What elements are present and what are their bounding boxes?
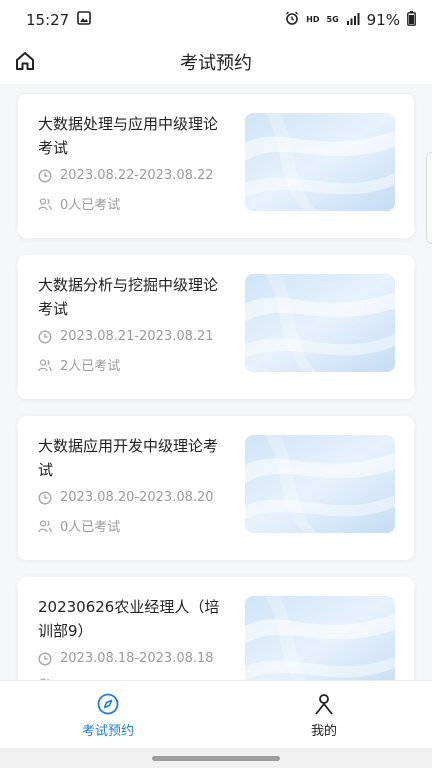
app-header: 考试预约 [0, 40, 432, 84]
exam-date: 2023.08.21-2023.08.21 [60, 329, 214, 344]
gesture-area [0, 748, 432, 768]
exam-thumbnail [245, 435, 395, 533]
nav-tab-mine[interactable]: 我的 [216, 681, 432, 749]
exam-date-row: 2023.08.22-2023.08.22 [38, 168, 214, 183]
clock-icon [38, 168, 52, 183]
home-icon [16, 52, 34, 70]
people-icon [38, 519, 52, 532]
hd-indicator: HD [306, 15, 320, 24]
status-right: HD 5G 91% [285, 10, 416, 30]
image-icon [77, 11, 92, 29]
exam-count-row: 0人已考试 [38, 516, 120, 535]
scroll-handle[interactable] [426, 152, 432, 244]
nav-tab-exam-label: 考试预约 [81, 723, 134, 739]
alarm-icon [285, 11, 299, 29]
exam-date-row: 2023.08.21-2023.08.21 [38, 329, 214, 344]
exam-title: 大数据应用开发中级理论考试 [38, 437, 219, 479]
exam-list: 大数据处理与应用中级理论考试 2023.08.22-2023.08.22 0人已… [18, 94, 414, 738]
exam-date: 2023.08.18-2023.08.18 [60, 651, 214, 666]
page-title: 考试预约 [180, 53, 252, 74]
home-button[interactable] [12, 48, 38, 74]
people-icon [38, 358, 52, 371]
exam-card[interactable]: 大数据处理与应用中级理论考试 2023.08.22-2023.08.22 0人已… [18, 94, 414, 238]
exam-count: 0人已考试 [60, 198, 121, 213]
clock-icon [38, 651, 52, 666]
exam-count-row: 0人已考试 [38, 194, 120, 213]
exam-title: 20230626农业经理人（培训部9） [38, 598, 220, 640]
compass-icon [97, 693, 119, 714]
exam-title: 大数据处理与应用中级理论考试 [38, 115, 219, 157]
exam-count-row: 2人已考试 [38, 355, 120, 374]
clock-icon [38, 490, 52, 505]
exam-thumbnail [245, 113, 395, 211]
exam-date-row: 2023.08.18-2023.08.18 [38, 651, 214, 666]
bottom-nav: 考试预约 我的 [0, 680, 432, 749]
signal-icon [346, 11, 360, 29]
person-icon [315, 693, 333, 715]
exam-date-row: 2023.08.20-2023.08.20 [38, 490, 214, 505]
home-gesture-bar[interactable] [152, 756, 280, 761]
status-time: 15:27 [26, 11, 70, 29]
battery-percent: 91% [366, 11, 400, 29]
network-indicator: 5G [326, 15, 339, 24]
status-left: 15:27 [26, 11, 92, 29]
exam-card[interactable]: 大数据分析与挖掘中级理论考试 2023.08.21-2023.08.21 2人已… [18, 255, 414, 399]
exam-thumbnail [245, 274, 395, 372]
exam-count: 0人已考试 [60, 520, 121, 535]
clock-icon [38, 329, 52, 344]
nav-tab-mine-label: 我的 [310, 723, 337, 739]
people-icon [38, 197, 52, 210]
nav-tab-exam[interactable]: 考试预约 [0, 681, 216, 749]
exam-title: 大数据分析与挖掘中级理论考试 [38, 276, 219, 318]
exam-count: 2人已考试 [60, 359, 121, 374]
exam-date: 2023.08.20-2023.08.20 [60, 490, 214, 505]
exam-date: 2023.08.22-2023.08.22 [60, 168, 214, 183]
exam-card[interactable]: 大数据应用开发中级理论考试 2023.08.20-2023.08.20 0人已考… [18, 416, 414, 560]
status-bar: 15:27 HD 5G 91% [0, 0, 432, 40]
battery-icon [407, 10, 416, 30]
